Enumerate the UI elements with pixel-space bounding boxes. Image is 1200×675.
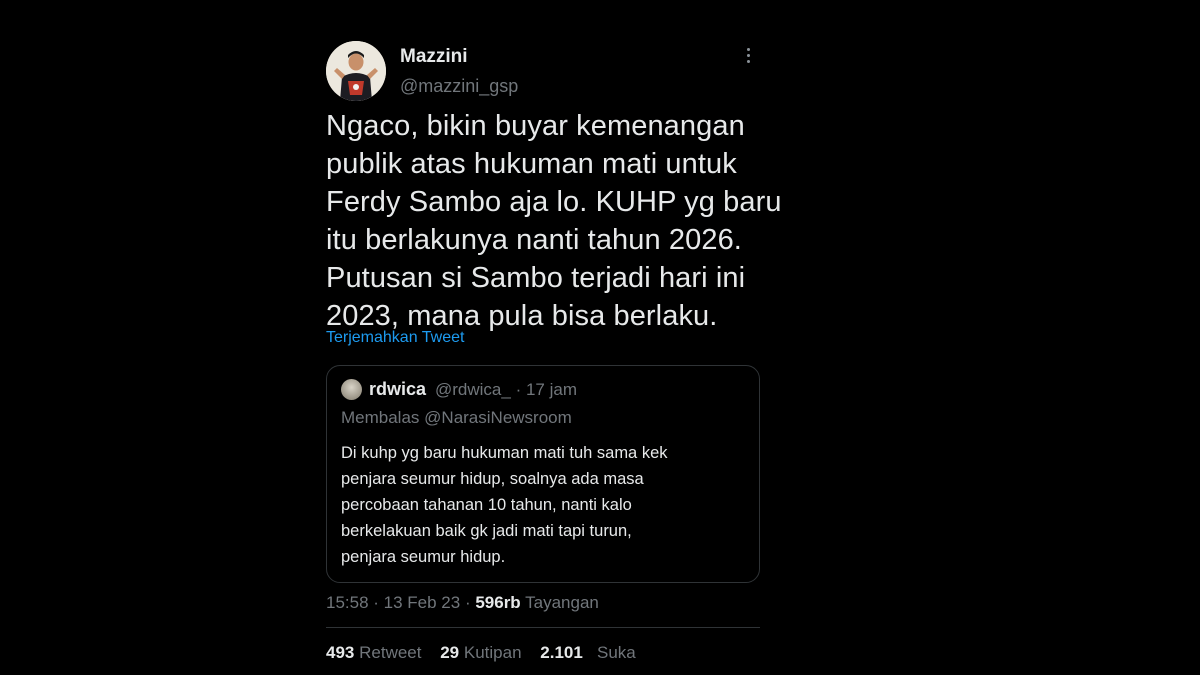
retweets-count: 493 xyxy=(326,643,355,662)
quotes-count: 29 xyxy=(440,643,460,662)
tweet-meta: 15:58 · 13 Feb 23 · 596rb Tayangan xyxy=(326,593,599,612)
author-handle[interactable]: @mazzini_gsp xyxy=(400,76,518,97)
views-count: 596rb xyxy=(475,593,521,612)
quoted-author-handle: @rdwica_ xyxy=(435,380,511,399)
retweets-label: Retweet xyxy=(359,643,422,662)
quotes-label: Kutipan xyxy=(463,643,522,662)
retweets-stat[interactable]: 493 Retweet xyxy=(326,643,421,662)
tweet-date[interactable]: 13 Feb 23 xyxy=(384,593,461,612)
quoted-tweet-text: Di kuhp yg baru hukuman mati tuh sama ke… xyxy=(341,440,751,570)
quoted-reply-context: Membalas @NarasiNewsroom xyxy=(341,408,572,428)
tweet-text-line: itu berlakunya nanti tahun 2026. xyxy=(326,224,742,256)
author-avatar-image xyxy=(326,41,386,101)
tweet-time[interactable]: 15:58 xyxy=(326,593,369,612)
quoted-text-line: penjara seumur hidup. xyxy=(341,548,506,566)
quoted-author-avatar xyxy=(341,379,362,400)
tweet-stats: 493 Retweet 29 Kutipan 2.101 Suka xyxy=(326,643,650,663)
quotes-stat[interactable]: 29 Kutipan xyxy=(440,643,521,662)
quoted-tweet-time: 17 jam xyxy=(525,380,577,399)
quoted-author-meta: @rdwica_ · 17 jam xyxy=(435,380,577,399)
quoted-text-line: percobaan tahanan 10 tahun, nanti kalo xyxy=(341,496,632,514)
likes-label: Suka xyxy=(597,643,636,662)
quoted-author-name: rdwica xyxy=(369,379,427,399)
quoted-tweet[interactable]: rdwica @rdwica_ · 17 jam Membalas @Naras… xyxy=(326,365,760,583)
tweet-text-line: Ngaco, bikin buyar kemenangan xyxy=(326,110,745,142)
divider xyxy=(326,627,760,628)
tweet-text-line: Ferdy Sambo aja lo. KUHP yg baru xyxy=(326,186,782,218)
author-avatar[interactable] xyxy=(326,41,386,101)
quoted-text-line: penjara seumur hidup, soalnya ada masa xyxy=(341,470,644,488)
quoted-text-line: Di kuhp yg baru hukuman mati tuh sama ke… xyxy=(341,444,668,462)
likes-stat[interactable]: 2.101 Suka xyxy=(540,643,635,662)
quoted-text-line: berkelakuan baik gk jadi mati tapi turun… xyxy=(341,522,632,540)
tweet-text-line: publik atas hukuman mati untuk xyxy=(326,148,737,180)
reply-prefix: Membalas xyxy=(341,408,420,427)
tweet-text-line: Putusan si Sambo terjadi hari ini xyxy=(326,262,746,294)
translate-tweet-link[interactable]: Terjemahkan Tweet xyxy=(326,329,464,347)
tweet-text: Ngaco, bikin buyar kemenangan publik ata… xyxy=(326,107,782,335)
reply-to-handle[interactable]: @NarasiNewsroom xyxy=(424,408,572,427)
views-label: Tayangan xyxy=(525,593,599,612)
author-name[interactable]: Mazzini xyxy=(400,46,468,68)
more-options-icon[interactable] xyxy=(741,48,755,68)
likes-count: 2.101 xyxy=(540,643,583,662)
